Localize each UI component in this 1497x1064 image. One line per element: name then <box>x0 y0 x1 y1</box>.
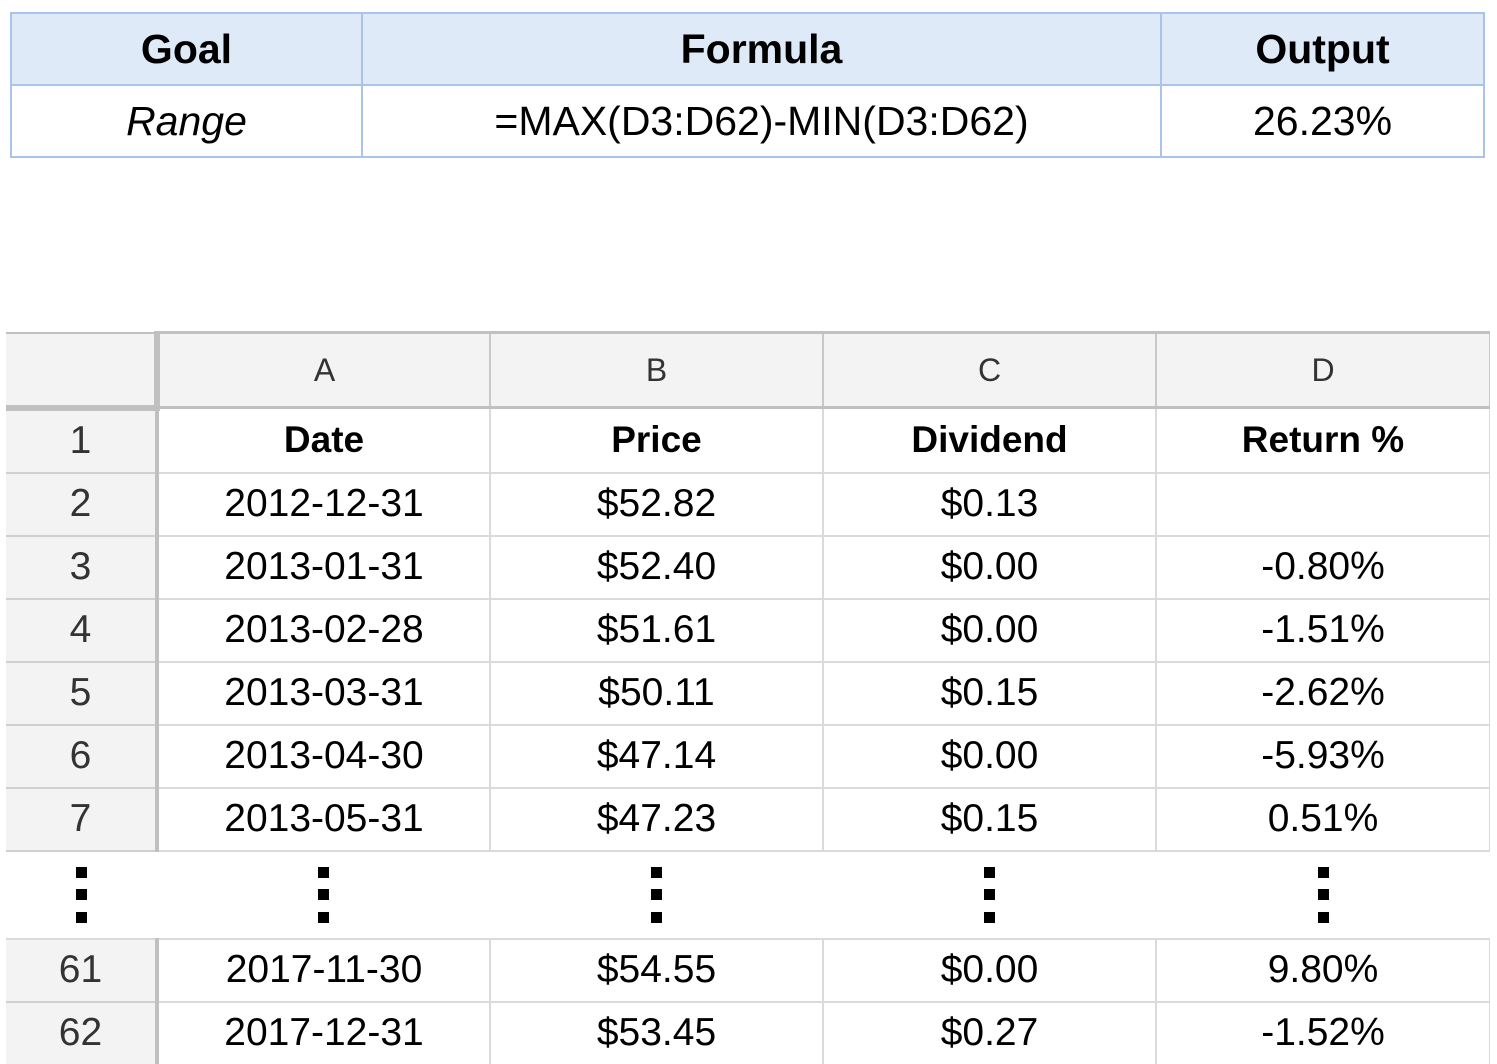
cell[interactable]: 2012-12-31 <box>157 472 491 537</box>
cell[interactable]: 2013-02-28 <box>157 598 491 663</box>
cell[interactable]: 0.51% <box>1156 787 1490 852</box>
cell[interactable]: 9.80% <box>1156 938 1490 1003</box>
spreadsheet-grid: A B C D 1 Date Price Dividend Return % 2… <box>6 331 1490 1064</box>
row-header[interactable]: 6 <box>6 724 159 789</box>
ellipsis-cell <box>823 849 1156 940</box>
ellipsis-cell <box>157 849 490 940</box>
vertical-ellipsis-icon <box>651 866 662 923</box>
cell[interactable]: $0.13 <box>823 472 1157 537</box>
table-row: 6 2013-04-30 $47.14 $0.00 -5.93% <box>6 724 1490 789</box>
select-all-corner[interactable] <box>6 331 160 411</box>
formula-cell[interactable]: =MAX(D3:D62)-MIN(D3:D62) <box>361 84 1162 158</box>
cell[interactable]: Price <box>490 407 824 474</box>
cell[interactable]: 2017-11-30 <box>157 938 491 1003</box>
table-row: 2 2012-12-31 $52.82 $0.13 <box>6 472 1490 537</box>
cell[interactable]: 2013-05-31 <box>157 787 491 852</box>
row-header[interactable]: 62 <box>6 1001 159 1064</box>
cell[interactable] <box>1156 472 1490 537</box>
ellipsis-cell <box>6 849 157 940</box>
column-header-c[interactable]: C <box>823 331 1157 409</box>
output-cell[interactable]: 26.23% <box>1160 84 1485 158</box>
cell[interactable]: $0.00 <box>823 598 1157 663</box>
column-header-row: A B C D <box>6 331 1490 411</box>
cell[interactable]: $53.45 <box>490 1001 824 1064</box>
table-row: 3 2013-01-31 $52.40 $0.00 -0.80% <box>6 535 1490 600</box>
cell[interactable]: -5.93% <box>1156 724 1490 789</box>
cell[interactable]: $0.00 <box>823 535 1157 600</box>
cell[interactable]: $54.55 <box>490 938 824 1003</box>
cell[interactable]: $50.11 <box>490 661 824 726</box>
cell[interactable]: $0.15 <box>823 661 1157 726</box>
ellipsis-cell <box>1156 849 1490 940</box>
cell[interactable]: -0.80% <box>1156 535 1490 600</box>
ellipsis-cell <box>490 849 823 940</box>
table-row: 5 2013-03-31 $50.11 $0.15 -2.62% <box>6 661 1490 726</box>
cell[interactable]: $0.00 <box>823 724 1157 789</box>
row-header[interactable]: 2 <box>6 472 159 537</box>
table-row: 7 2013-05-31 $47.23 $0.15 0.51% <box>6 787 1490 852</box>
cell[interactable]: $0.00 <box>823 938 1157 1003</box>
table-row: 62 2017-12-31 $53.45 $0.27 -1.52% <box>6 1001 1490 1064</box>
cell[interactable]: -1.52% <box>1156 1001 1490 1064</box>
cell[interactable]: -2.62% <box>1156 661 1490 726</box>
row-header[interactable]: 3 <box>6 535 159 600</box>
table-row: 61 2017-11-30 $54.55 $0.00 9.80% <box>6 938 1490 1003</box>
table-row: 1 Date Price Dividend Return % <box>6 407 1490 474</box>
cell[interactable]: Date <box>157 407 491 474</box>
column-header-d[interactable]: D <box>1156 331 1490 409</box>
row-header[interactable]: 61 <box>6 938 159 1003</box>
formula-row: Range =MAX(D3:D62)-MIN(D3:D62) 26.23% <box>10 84 1485 158</box>
goal-header: Goal <box>10 12 363 86</box>
cell[interactable]: $52.82 <box>490 472 824 537</box>
row-header[interactable]: 5 <box>6 661 159 726</box>
omitted-rows-indicator <box>6 849 1490 940</box>
cell[interactable]: Dividend <box>823 407 1157 474</box>
cell[interactable]: $51.61 <box>490 598 824 663</box>
formula-header: Formula <box>361 12 1162 86</box>
cell[interactable]: $47.23 <box>490 787 824 852</box>
vertical-ellipsis-icon <box>984 866 995 923</box>
vertical-ellipsis-icon <box>1317 866 1329 923</box>
row-header[interactable]: 1 <box>6 407 159 474</box>
column-header-b[interactable]: B <box>490 331 824 409</box>
cell[interactable]: -1.51% <box>1156 598 1490 663</box>
formula-table: Goal Formula Output Range =MAX(D3:D62)-M… <box>10 12 1485 158</box>
cell[interactable]: 2013-03-31 <box>157 661 491 726</box>
cell[interactable]: $0.27 <box>823 1001 1157 1064</box>
column-header-a[interactable]: A <box>157 331 491 409</box>
cell[interactable]: 2013-04-30 <box>157 724 491 789</box>
goal-cell[interactable]: Range <box>10 84 363 158</box>
cell[interactable]: 2013-01-31 <box>157 535 491 600</box>
cell[interactable]: $0.15 <box>823 787 1157 852</box>
row-header[interactable]: 7 <box>6 787 159 852</box>
formula-header-row: Goal Formula Output <box>10 12 1485 86</box>
table-row: 4 2013-02-28 $51.61 $0.00 -1.51% <box>6 598 1490 663</box>
cell[interactable]: $52.40 <box>490 535 824 600</box>
vertical-ellipsis-icon <box>76 866 87 923</box>
row-header[interactable]: 4 <box>6 598 159 663</box>
cell[interactable]: Return % <box>1156 407 1490 474</box>
cell[interactable]: 2017-12-31 <box>157 1001 491 1064</box>
vertical-ellipsis-icon <box>318 866 329 923</box>
output-header: Output <box>1160 12 1485 86</box>
cell[interactable]: $47.14 <box>490 724 824 789</box>
